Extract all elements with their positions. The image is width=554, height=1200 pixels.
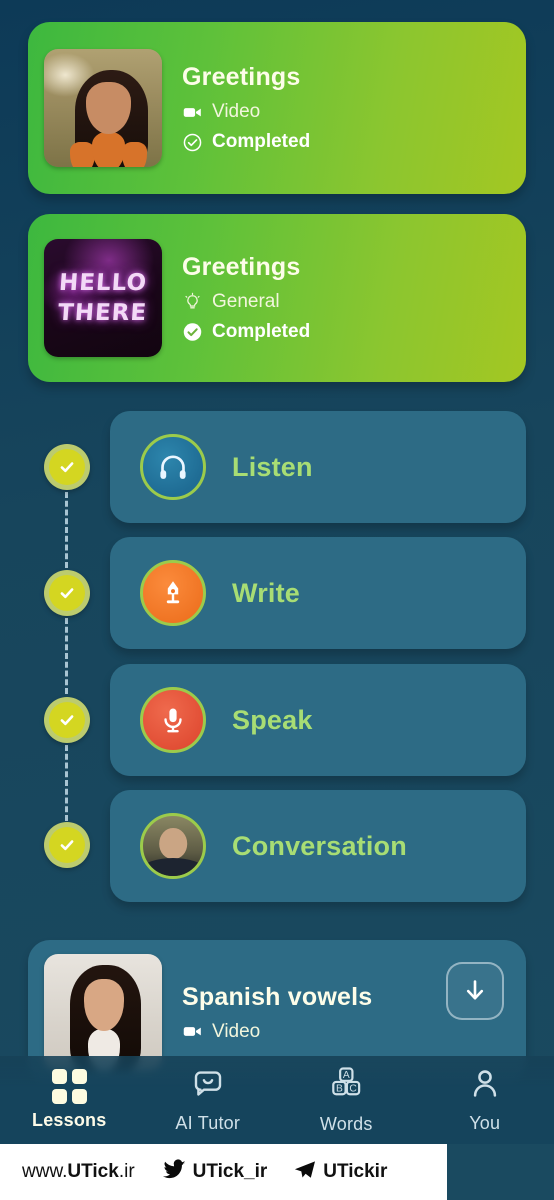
thumbnail-text-line-1: HELLO: [58, 270, 148, 296]
download-button[interactable]: [446, 962, 504, 1020]
bottom-navigation: Lessons AI Tutor A B C Words You: [0, 1056, 554, 1144]
lesson-thumbnail: [44, 49, 162, 167]
activity-label: Conversation: [232, 830, 407, 861]
lesson-status-row: Completed: [182, 131, 310, 153]
progress-dot-speak: [44, 697, 90, 743]
check-circle-outline-icon: [182, 132, 203, 153]
lesson-thumbnail: [44, 953, 162, 1072]
lesson-type-label: General: [212, 291, 280, 312]
check-icon: [60, 588, 74, 599]
check-icon: [60, 462, 74, 473]
lesson-title: Greetings: [182, 253, 301, 281]
lesson-card-completed-2[interactable]: HELLO THERE Greetings General Completed: [28, 214, 526, 382]
footer-website: www.UTick.ir: [22, 1161, 135, 1183]
check-icon: [60, 715, 74, 726]
site-prefix: www.: [22, 1161, 68, 1182]
footer-twitter-handle: UTick_ir: [192, 1161, 268, 1182]
activity-row-conversation[interactable]: Conversation: [110, 790, 526, 902]
activity-row-write[interactable]: Write: [110, 537, 526, 649]
activity-label: Speak: [232, 704, 313, 735]
footer-website-text: www.UTick.ir: [22, 1161, 135, 1183]
telegram-plane-icon: [293, 1158, 317, 1187]
person-avatar-icon: [140, 813, 206, 879]
site-brand: UTick: [67, 1161, 119, 1182]
footer-telegram: UTickir: [293, 1158, 387, 1187]
lesson-status-row: Completed: [182, 321, 310, 343]
lesson-card-completed-1[interactable]: Greetings Video Completed: [28, 22, 526, 194]
lesson-type-label: Video: [212, 1020, 261, 1042]
video-camera-icon: [182, 1021, 203, 1042]
check-icon: [60, 840, 74, 851]
svg-text:A: A: [343, 1070, 350, 1081]
lesson-card-body: Greetings General Completed: [182, 253, 310, 343]
download-arrow-icon: [466, 980, 484, 1000]
nav-label: You: [469, 1113, 501, 1133]
activity-label: Write: [232, 577, 301, 608]
person-icon: [467, 1066, 503, 1107]
nav-item-words[interactable]: A B C Words: [277, 1065, 416, 1135]
footer-twitter: UTick_ir: [161, 1157, 268, 1188]
site-suffix: .ir: [118, 1161, 135, 1182]
abc-blocks-icon: A B C: [327, 1065, 365, 1108]
lesson-type-label: Video: [212, 101, 261, 122]
nav-label: AI Tutor: [175, 1113, 241, 1133]
lightbulb-icon: [182, 292, 203, 313]
lesson-card-body: Greetings Video Completed: [182, 63, 310, 153]
thumbnail-text-line-2: THERE: [57, 300, 149, 326]
watermark-footer: www.UTick.ir UTick_ir UTickir: [0, 1144, 447, 1200]
activity-label: Listen: [232, 451, 313, 482]
check-circle-filled-icon: [182, 322, 203, 343]
progress-dot-write: [44, 570, 90, 616]
progress-dot-listen: [44, 444, 90, 490]
activity-row-speak[interactable]: Speak: [110, 664, 526, 776]
lesson-title: Greetings: [182, 63, 301, 91]
nav-item-ai-tutor[interactable]: AI Tutor: [139, 1066, 278, 1134]
lesson-thumbnail: HELLO THERE: [44, 239, 162, 357]
chat-bubble-smile-icon: [190, 1066, 226, 1107]
activity-row-listen[interactable]: Listen: [110, 411, 526, 523]
progress-dot-conversation: [44, 822, 90, 868]
video-camera-icon: [182, 102, 203, 123]
lesson-type-row: General: [182, 291, 310, 313]
nav-label: Lessons: [32, 1110, 107, 1130]
pen-nib-icon: [140, 560, 206, 626]
grid-squares-icon: [51, 1069, 87, 1104]
svg-text:B: B: [336, 1084, 343, 1095]
progress-rail-segment: [65, 618, 68, 694]
headphones-icon: [140, 434, 206, 500]
lesson-title: Spanish vowels: [182, 982, 373, 1011]
progress-rail-segment: [65, 745, 68, 821]
lesson-card-body: Spanish vowels Video: [182, 983, 372, 1043]
progress-rail-segment: [65, 492, 68, 568]
lesson-status-label: Completed: [212, 131, 311, 152]
lesson-type-row: Video: [182, 1021, 372, 1043]
nav-item-you[interactable]: You: [416, 1066, 554, 1134]
nav-label: Words: [319, 1114, 373, 1134]
lesson-status-label: Completed: [212, 321, 311, 342]
svg-text:C: C: [350, 1084, 357, 1095]
lesson-type-row: Video: [182, 101, 310, 123]
microphone-icon: [140, 687, 206, 753]
nav-item-lessons[interactable]: Lessons: [0, 1069, 139, 1131]
footer-telegram-handle: UTickir: [323, 1161, 388, 1182]
app-screen: Greetings Video Completed HELLO THERE Gr…: [0, 0, 554, 1200]
twitter-bird-icon: [161, 1157, 187, 1188]
